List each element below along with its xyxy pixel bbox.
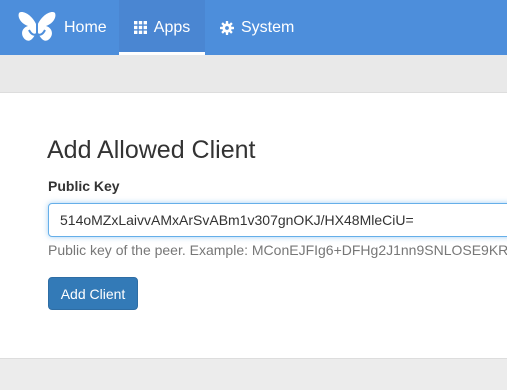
public-key-label: Public Key <box>48 178 120 194</box>
butterfly-logo-icon[interactable] <box>18 10 56 44</box>
add-client-button[interactable]: Add Client <box>48 277 138 310</box>
nav-apps-label: Apps <box>153 18 191 36</box>
gear-icon <box>220 20 234 35</box>
grid-icon <box>133 21 147 34</box>
nav-home[interactable]: Home <box>64 0 107 55</box>
main-content: Add Allowed Client Public Key Public key… <box>0 93 507 358</box>
nav-home-label: Home <box>64 18 107 36</box>
nav-system[interactable]: System <box>220 0 294 55</box>
public-key-help-text: Public key of the peer. Example: MConEJF… <box>48 242 507 258</box>
top-navbar: Home Apps System <box>0 0 507 55</box>
nav-apps[interactable]: Apps <box>119 0 205 55</box>
public-key-input[interactable] <box>48 203 507 237</box>
footer-area <box>0 359 507 390</box>
secondary-bar <box>0 55 507 93</box>
nav-system-label: System <box>241 18 295 36</box>
page-title: Add Allowed Client <box>47 136 256 164</box>
